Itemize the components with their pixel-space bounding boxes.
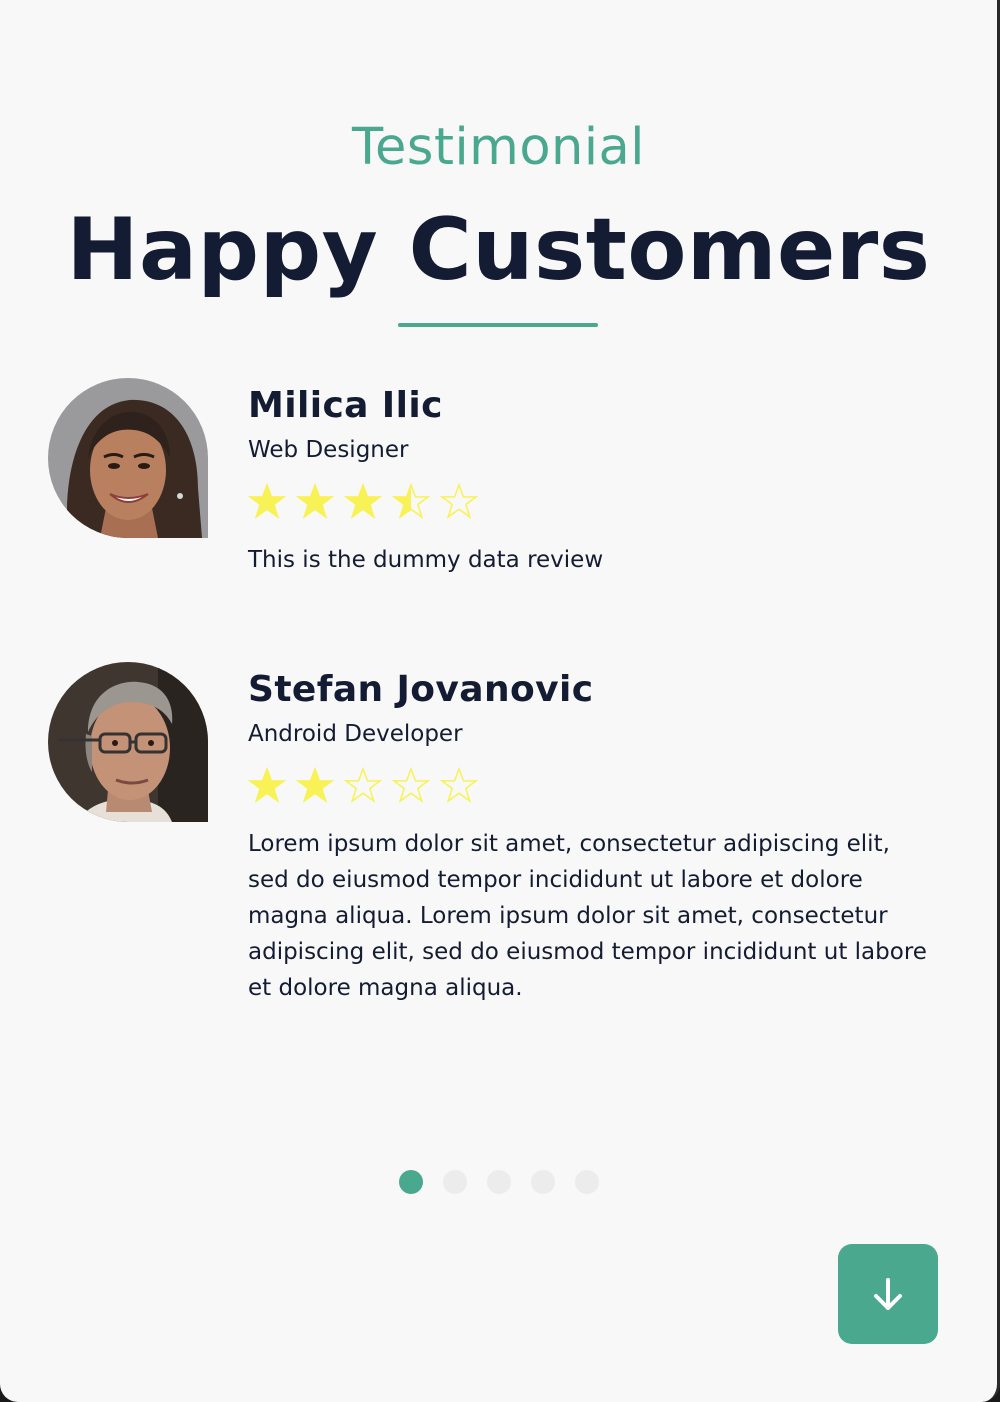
review-body: Stefan Jovanovic Android Developer Lorem… xyxy=(248,662,957,1006)
star-full-icon xyxy=(344,483,382,519)
star-full-icon xyxy=(296,767,334,803)
reviewer-name: Stefan Jovanovic xyxy=(248,669,594,710)
page-title: Happy Customers xyxy=(66,200,931,300)
title-underline xyxy=(398,323,598,327)
pagination-dot[interactable] xyxy=(398,1170,423,1194)
star-full-icon xyxy=(296,483,334,519)
testimonial-page: Testimonial Happy Customers Milica Ilic … xyxy=(0,0,1000,1402)
star-full-icon xyxy=(248,767,286,803)
pagination-dot[interactable] xyxy=(530,1170,555,1194)
star-empty-icon xyxy=(392,767,430,803)
reviewer-name: Milica Ilic xyxy=(248,385,443,426)
reviewer-role: Web Designer xyxy=(248,437,409,463)
star-rating xyxy=(248,764,957,808)
star-empty-icon xyxy=(344,767,382,803)
pagination-dot[interactable] xyxy=(486,1170,511,1194)
avatar xyxy=(48,662,208,822)
review-text: Lorem ipsum dolor sit amet, consectetur … xyxy=(248,831,927,1001)
star-empty-icon xyxy=(440,767,478,803)
star-empty-icon xyxy=(440,483,478,519)
reviewer-role: Android Developer xyxy=(248,721,463,747)
pagination-dot[interactable] xyxy=(574,1170,599,1194)
star-full-icon xyxy=(248,483,286,519)
review-text: This is the dummy data review xyxy=(248,547,604,573)
arrow-down-icon xyxy=(874,1278,902,1310)
scroll-down-button[interactable] xyxy=(838,1244,938,1344)
star-half-icon xyxy=(392,483,430,519)
review-body: Milica Ilic Web Designer This is the dum… xyxy=(248,378,957,578)
pagination-dot[interactable] xyxy=(442,1170,467,1194)
star-rating xyxy=(248,480,957,524)
avatar xyxy=(48,378,208,538)
carousel-pagination xyxy=(0,1170,997,1194)
section-eyebrow: Testimonial xyxy=(352,118,645,177)
